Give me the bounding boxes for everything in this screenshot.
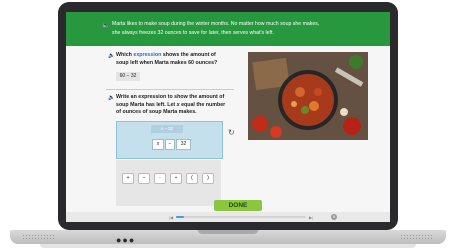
expression-hint: x − 32: [151, 125, 183, 133]
expression-workspace[interactable]: x − 32 x − 32: [116, 121, 223, 159]
token-32[interactable]: 32: [176, 139, 191, 150]
key-minus[interactable]: −: [138, 173, 150, 184]
question-2: Write an expression to show the amount o…: [116, 94, 228, 117]
divider: [106, 89, 234, 90]
question-1-answer: 60 − 32: [116, 72, 140, 81]
app-screen: 🔈 Marta likes to make soup during the wi…: [66, 12, 390, 222]
token-minus[interactable]: −: [165, 139, 175, 150]
skip-forward-icon[interactable]: ▶|: [309, 215, 313, 220]
done-button[interactable]: DONE: [214, 200, 262, 211]
progress-bar: |◀ ▶| ll: [66, 212, 390, 222]
problem-text: Marta likes to make soup during the wint…: [112, 20, 382, 38]
speaker-grille-left: [22, 234, 56, 241]
question-1-text-pre: Which: [116, 52, 134, 58]
soup-photo: [248, 52, 368, 140]
speaker-icon[interactable]: 🔈: [102, 22, 109, 31]
operator-keypad: + − · ÷ ( ): [116, 160, 221, 206]
speaker-grille-right: [400, 234, 434, 241]
ellipsis-icon: ●●●: [116, 235, 136, 245]
problem-line-2: she always freezes 32 ounces to save for…: [112, 30, 274, 36]
skip-back-icon[interactable]: |◀: [169, 215, 173, 220]
progress-track[interactable]: [176, 216, 306, 218]
speaker-icon[interactable]: 🔈: [108, 95, 115, 101]
pause-icon[interactable]: ll: [331, 214, 337, 220]
progress-fill: [176, 216, 184, 218]
problem-line-1: Marta likes to make soup during the wint…: [112, 21, 320, 27]
laptop-foot: [40, 244, 416, 248]
key-plus[interactable]: +: [122, 173, 134, 184]
key-divide[interactable]: ÷: [170, 173, 182, 184]
question-1: Which expression shows the amount of sou…: [116, 52, 224, 67]
key-multiply[interactable]: ·: [154, 173, 166, 184]
key-open-paren[interactable]: (: [186, 173, 198, 184]
laptop-notch: [198, 230, 258, 234]
problem-banner: 🔈 Marta likes to make soup during the wi…: [66, 12, 390, 46]
key-close-paren[interactable]: ): [202, 173, 214, 184]
expression-keyword-link[interactable]: expression: [133, 52, 161, 58]
token-x[interactable]: x: [152, 139, 164, 150]
speaker-icon[interactable]: 🔈: [108, 53, 115, 59]
reset-icon[interactable]: ↻: [228, 129, 236, 137]
